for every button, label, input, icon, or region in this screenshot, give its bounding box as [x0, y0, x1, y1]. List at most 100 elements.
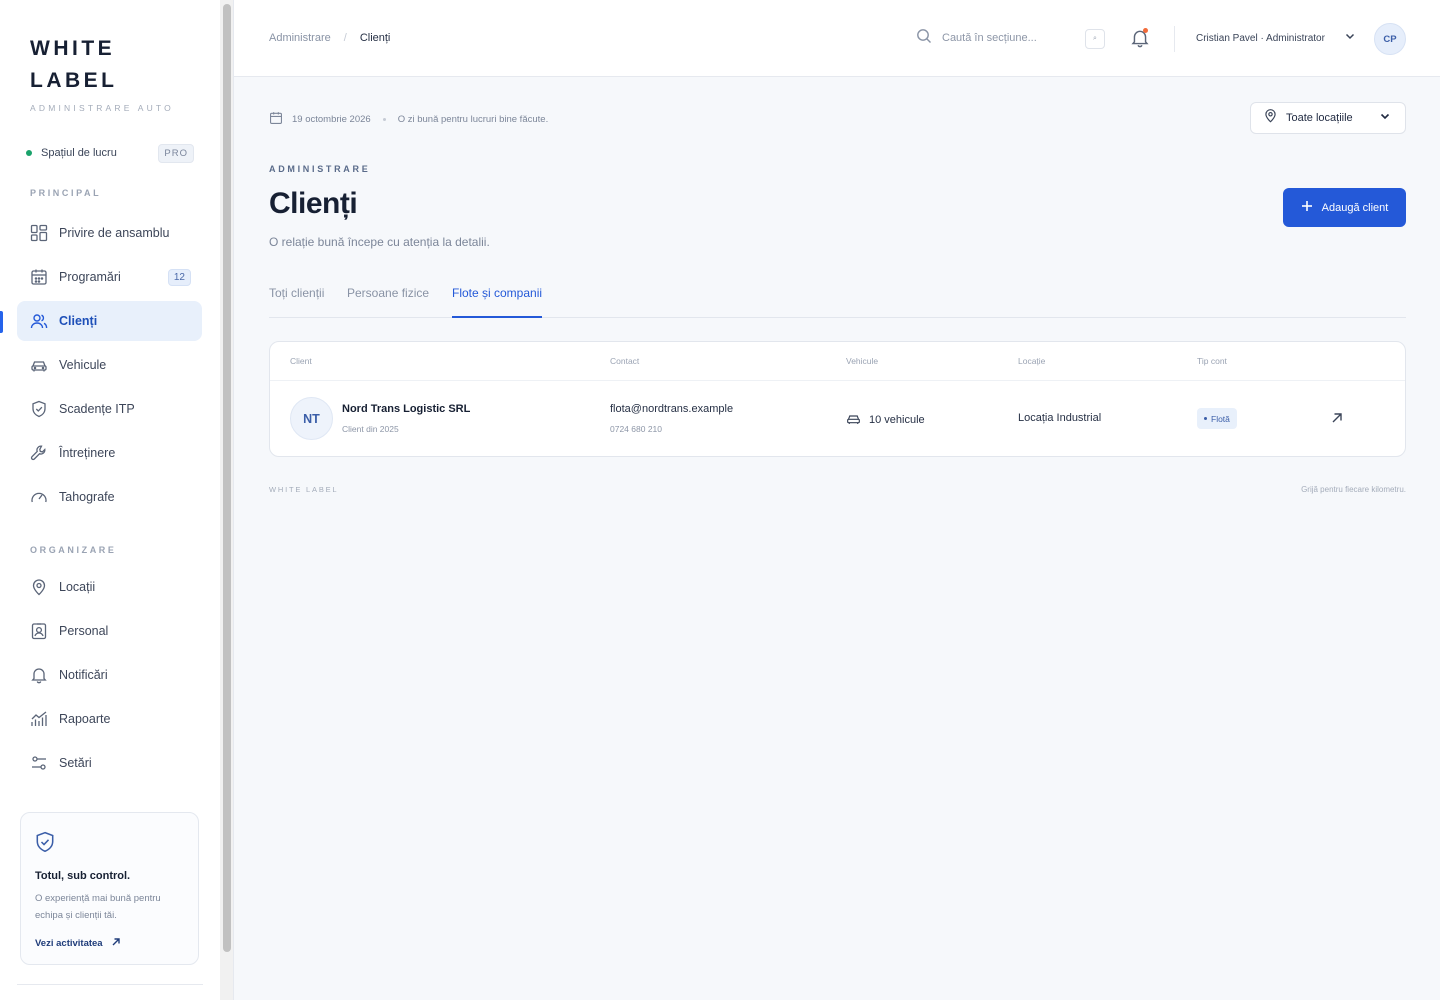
greeting-text: O zi bună pentru lucruri bine făcute.: [397, 114, 549, 125]
promo-card: Totul, sub control. O experiență mai bun…: [20, 812, 199, 965]
sidebar-item-settings[interactable]: Setări: [17, 743, 202, 783]
page-eyebrow: ADMINISTRARE: [269, 164, 371, 174]
id-badge-icon: [29, 621, 49, 641]
notification-dot: [1143, 28, 1148, 33]
sidebar-item-label: Clienți: [59, 314, 98, 328]
sidebar-item-label: Notificări: [59, 668, 108, 682]
search-box[interactable]: [916, 24, 1106, 52]
bell-icon: [29, 665, 49, 685]
sidebar-item-locations[interactable]: Locații: [17, 567, 202, 607]
sidebar-item-label: Setări: [59, 756, 92, 770]
breadcrumb-parent[interactable]: Administrare: [269, 32, 331, 44]
client-location: Locația Industrial: [1018, 412, 1102, 424]
map-pin-icon: [1263, 108, 1278, 128]
client-email[interactable]: flota@nordtrans.example: [610, 403, 733, 415]
column-header-location: Locație: [1018, 356, 1046, 366]
add-client-label: Adaugă client: [1321, 201, 1389, 214]
workspace-status-dot: [26, 150, 32, 156]
active-indicator: [0, 311, 3, 333]
table-header: Client Contact Vehicule Locație Tip cont: [270, 342, 1405, 381]
account-type-label: Flotă: [1211, 413, 1230, 424]
scrollbar-thumb[interactable]: [223, 4, 231, 952]
brand-title-line2: LABEL: [30, 69, 118, 92]
brand-logo[interactable]: WHITE LABEL ADMINISTRARE AUTO: [30, 33, 200, 113]
avatar[interactable]: CP: [1374, 23, 1406, 55]
car-icon: [846, 411, 861, 429]
sidebar-item-notifications[interactable]: Notificări: [17, 655, 202, 695]
current-date: 19 octombrie 2026: [292, 114, 371, 125]
sidebar: WHITE LABEL ADMINISTRARE AUTO Spațiul de…: [0, 0, 220, 1000]
user-name: Cristian Pavel · Administrator: [1196, 32, 1325, 44]
notifications-button[interactable]: [1130, 28, 1150, 48]
sidebar-item-clients[interactable]: Clienți: [17, 301, 202, 341]
sidebar-item-label: Întreținere: [59, 446, 116, 460]
top-header: Administrare / Clienți ⌕ Cristian Pavel …: [234, 0, 1440, 77]
sidebar-divider: [17, 984, 203, 985]
footer-brand: WHITE LABEL: [269, 485, 339, 494]
sidebar-item-vehicles[interactable]: Vehicule: [17, 345, 202, 385]
breadcrumb-current: Clienți: [359, 32, 391, 44]
workspace-switcher[interactable]: Spațiul de lucru PRO: [26, 142, 194, 164]
sidebar-item-label: Programări: [59, 270, 121, 284]
search-icon: [916, 28, 932, 49]
car-icon: [29, 355, 49, 375]
location-filter-select[interactable]: Toate locațiile: [1250, 102, 1406, 134]
date-line: 19 octombrie 2026 O zi bună pentru lucru…: [269, 111, 548, 128]
tab-all-clients[interactable]: Toți clienții: [269, 286, 324, 318]
workspace-label: Spațiul de lucru: [41, 147, 117, 159]
shield-check-icon: [35, 831, 55, 857]
users-icon: [29, 311, 49, 331]
client-name[interactable]: Nord Trans Logistic SRL: [342, 403, 470, 415]
appointments-count-badge: 12: [167, 268, 191, 286]
sidebar-item-label: Personal: [59, 624, 109, 638]
sidebar-item-overview[interactable]: Privire de ansamblu: [17, 213, 202, 253]
search-shortcut-key: ⌕: [1085, 29, 1105, 49]
page-title: Clienți: [269, 187, 358, 220]
plan-badge: PRO: [158, 143, 194, 163]
brand-subtitle: ADMINISTRARE AUTO: [30, 103, 174, 113]
client-since: Client din 2025: [342, 424, 399, 434]
sliders-icon: [29, 753, 49, 773]
user-menu[interactable]: Cristian Pavel · Administrator: [1196, 28, 1356, 48]
client-vehicles: 10 vehicule: [846, 411, 925, 429]
section-label-principal: PRINCIPAL: [30, 188, 102, 198]
sidebar-item-maintenance[interactable]: Întreținere: [17, 433, 202, 473]
promo-link-label: Vezi activitatea: [35, 938, 103, 949]
sidebar-item-reports[interactable]: Rapoarte: [17, 699, 202, 739]
breadcrumb: Administrare / Clienți: [269, 32, 390, 44]
open-client-icon[interactable]: [1330, 411, 1344, 425]
search-input[interactable]: [942, 32, 1072, 44]
add-client-button[interactable]: Adaugă client: [1283, 188, 1406, 227]
view-activity-link[interactable]: Vezi activitatea: [35, 937, 184, 950]
dot-separator: [382, 118, 386, 121]
calendar-icon: [29, 267, 49, 287]
promo-text: O experiență mai bună pentru echipa și c…: [35, 893, 161, 921]
column-header-vehicles: Vehicule: [846, 356, 879, 366]
client-tabs: Toți clienții Persoane fizice Flote și c…: [269, 274, 1406, 318]
sidebar-item-label: Tahografe: [59, 490, 115, 504]
clients-table: Client Contact Vehicule Locație Tip cont…: [269, 341, 1406, 457]
sidebar-item-label: Privire de ansamblu: [59, 226, 170, 240]
sidebar-item-appointments[interactable]: Programări 12: [17, 257, 202, 297]
sidebar-item-itp-deadlines[interactable]: Scadențe ITP: [17, 389, 202, 429]
chevron-down-icon: [1379, 109, 1391, 127]
shield-check-icon: [29, 399, 49, 419]
sidebar-scrollbar[interactable]: [220, 0, 234, 1000]
sidebar-item-staff[interactable]: Personal: [17, 611, 202, 651]
map-pin-icon: [29, 577, 49, 597]
section-label-organizare: ORGANIZARE: [30, 545, 117, 555]
tab-individuals[interactable]: Persoane fizice: [347, 286, 429, 318]
table-row[interactable]: NT Nord Trans Logistic SRL Client din 20…: [270, 381, 1405, 456]
plus-icon: [1301, 200, 1313, 215]
tab-fleets-companies[interactable]: Flote și companii: [452, 286, 543, 318]
chart-icon: [29, 709, 49, 729]
calendar-icon: [269, 111, 283, 128]
bell-icon: [1130, 30, 1150, 52]
footer-tagline: Grijă pentru fiecare kilometru.: [1301, 485, 1406, 494]
sidebar-item-tachographs[interactable]: Tahografe: [17, 477, 202, 517]
page-subtitle: O relație bună începe cu atenția la deta…: [269, 235, 490, 249]
wrench-icon: [29, 443, 49, 463]
gauge-icon: [29, 487, 49, 507]
location-filter-value: Toate locațiile: [1286, 112, 1353, 124]
sidebar-item-label: Rapoarte: [59, 712, 111, 726]
